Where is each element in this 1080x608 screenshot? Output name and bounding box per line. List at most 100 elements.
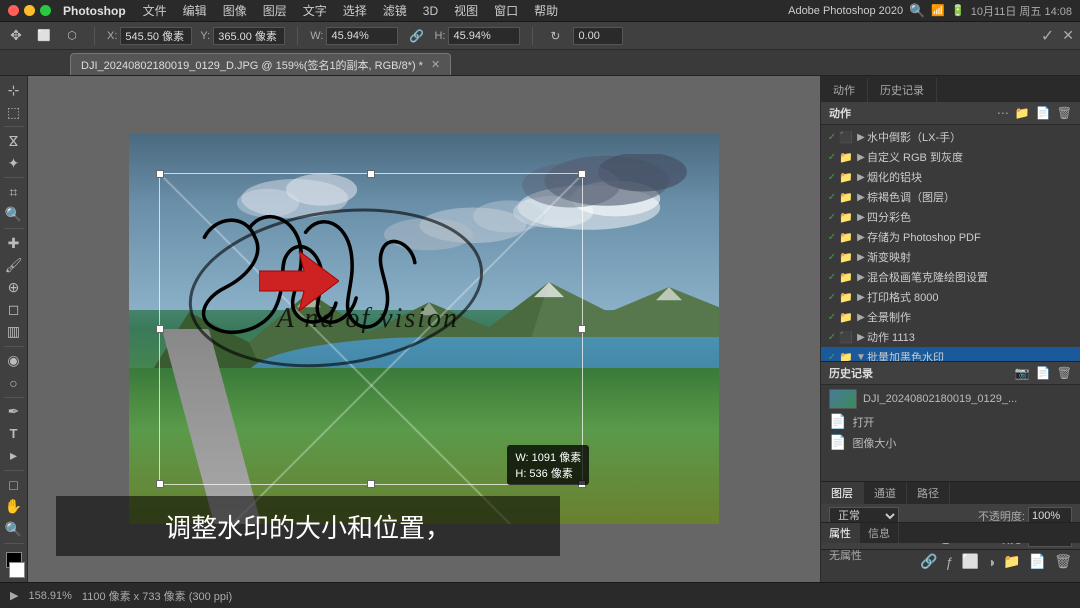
file-tab[interactable]: DJI_20240802180019_0129_D.JPG @ 159%(签名1… [70, 53, 451, 75]
history-item[interactable]: 📄打开 [821, 411, 1080, 432]
action-item[interactable]: ✓ ⬛ ▶ 水中倒影（LX-手） [821, 127, 1080, 147]
action-expand-icon[interactable]: ▶ [855, 152, 867, 163]
minimize-button[interactable] [24, 5, 35, 16]
eyedropper-tool[interactable]: 🔍 [2, 204, 26, 224]
action-expand-icon[interactable]: ▶ [855, 132, 867, 143]
actions-menu-icon[interactable]: ⋯ [997, 106, 1009, 120]
tab-close-icon[interactable]: ✕ [431, 58, 440, 71]
transform-handle-tc[interactable] [367, 170, 375, 178]
layers-tab-layers[interactable]: 图层 [821, 482, 864, 504]
menu-image[interactable]: 图像 [216, 0, 254, 21]
tab-history[interactable]: 历史记录 [868, 78, 937, 102]
lasso-tool[interactable]: ⴵ [2, 131, 26, 151]
h-input[interactable] [448, 27, 520, 45]
close-button[interactable] [8, 5, 19, 16]
commit-transform-icon[interactable]: ✓ [1041, 26, 1054, 46]
history-item[interactable]: 📄图像大小 [821, 432, 1080, 453]
menu-file[interactable]: 文件 [136, 0, 174, 21]
text-tool[interactable]: T [2, 424, 26, 444]
y-field: Y: [200, 27, 285, 45]
action-item[interactable]: ✓ 📁 ▶ 全景制作 [821, 307, 1080, 327]
gradient-tool[interactable]: ▥ [2, 322, 26, 342]
hand-tool[interactable]: ✋ [2, 497, 26, 517]
action-expand-icon[interactable]: ▶ [855, 312, 867, 323]
shape-tool[interactable]: □ [2, 475, 26, 495]
menu-view[interactable]: 视图 [447, 0, 485, 21]
dodge-tool[interactable]: ○ [2, 373, 26, 393]
action-item[interactable]: ✓ ⬛ ▶ 动作 1113 [821, 327, 1080, 347]
delete-action-icon[interactable]: 🗑 [1057, 106, 1072, 120]
transform-handle-mr[interactable] [578, 325, 586, 333]
clone-tool[interactable]: ⊕ [2, 277, 26, 297]
blur-tool[interactable]: ◉ [2, 351, 26, 371]
menu-window[interactable]: 窗口 [487, 0, 525, 21]
action-check-icon: ✓ [825, 312, 839, 323]
new-doc-icon[interactable]: 📄 [1036, 366, 1051, 380]
action-expand-icon[interactable]: ▶ [855, 272, 867, 283]
layers-tab-channels[interactable]: 通道 [864, 482, 907, 504]
menu-text[interactable]: 文字 [296, 0, 334, 21]
zoom-tool[interactable]: 🔍 [2, 519, 26, 539]
new-set-icon[interactable]: 📁 [1015, 106, 1030, 120]
transform-handle-bl[interactable] [156, 480, 164, 488]
fullscreen-button[interactable] [40, 5, 51, 16]
x-input[interactable] [120, 27, 192, 45]
transform-options-icon[interactable]: ⬜ [34, 26, 54, 46]
pen-tool[interactable]: ✒ [2, 402, 26, 422]
crop-tool[interactable]: ⌗ [2, 182, 26, 202]
transform-handle-ml[interactable] [156, 325, 164, 333]
y-input[interactable] [213, 27, 285, 45]
snapshot-icon[interactable]: 📷 [1015, 366, 1030, 380]
cancel-transform-icon[interactable]: ✕ [1062, 27, 1074, 44]
menu-search-icon[interactable]: 🔍 [909, 3, 925, 19]
transform-box[interactable] [159, 173, 584, 485]
action-expand-icon[interactable]: ▶ [855, 252, 867, 263]
action-item[interactable]: ✓ 📁 ▼ 批量加黑色水印 [821, 347, 1080, 361]
prop-tab-info[interactable]: 信息 [860, 523, 899, 543]
action-expand-icon[interactable]: ▶ [855, 332, 867, 343]
healing-tool[interactable]: ✚ [2, 233, 26, 253]
delete-state-icon[interactable]: 🗑 [1057, 366, 1072, 380]
transform-handle-tl[interactable] [156, 170, 164, 178]
action-item[interactable]: ✓ 📁 ▶ 打印格式 8000 [821, 287, 1080, 307]
rectangle-select-tool[interactable]: ⬚ [2, 102, 26, 122]
action-item[interactable]: ✓ 📁 ▶ 自定义 RGB 到灰度 [821, 147, 1080, 167]
menu-layer[interactable]: 图层 [256, 0, 294, 21]
rotate-icon[interactable]: ↻ [545, 26, 565, 46]
menu-help[interactable]: 帮助 [527, 0, 565, 21]
layers-tab-paths[interactable]: 路径 [907, 482, 950, 504]
menu-edit[interactable]: 编辑 [176, 0, 214, 21]
menu-select[interactable]: 选择 [336, 0, 374, 21]
warp-icon[interactable]: ⬡ [62, 26, 82, 46]
action-item[interactable]: ✓ 📁 ▶ 存储为 Photoshop PDF [821, 227, 1080, 247]
action-item[interactable]: ✓ 📁 ▶ 烟化的铝块 [821, 167, 1080, 187]
eraser-tool[interactable]: ◻ [2, 300, 26, 320]
action-expand-icon[interactable]: ▶ [855, 292, 867, 303]
background-color[interactable] [9, 562, 25, 578]
transform-handle-bc[interactable] [367, 480, 375, 488]
action-expand-icon[interactable]: ▶ [855, 172, 867, 183]
menu-filter[interactable]: 滤镜 [376, 0, 414, 21]
action-expand-icon[interactable]: ▼ [855, 352, 867, 362]
tab-actions[interactable]: 动作 [821, 78, 868, 102]
action-item[interactable]: ✓ 📁 ▶ 四分彩色 [821, 207, 1080, 227]
brush-tool[interactable]: 🖌 [2, 255, 26, 275]
prop-tab-properties[interactable]: 属性 [821, 523, 860, 543]
move-tool[interactable]: ⊹ [2, 80, 26, 100]
action-item[interactable]: ✓ 📁 ▶ 混合极画笔克隆绘图设置 [821, 267, 1080, 287]
menu-3d[interactable]: 3D [416, 2, 445, 20]
link-icon[interactable]: 🔗 [406, 26, 426, 46]
magic-wand-tool[interactable]: ✦ [2, 153, 26, 173]
action-item[interactable]: ✓ 📁 ▶ 棕褐色调（图层） [821, 187, 1080, 207]
history-item[interactable]: DJI_20240802180019_0129_... [821, 387, 1080, 411]
new-action-icon[interactable]: 📄 [1036, 106, 1051, 120]
transform-handle-tr[interactable] [578, 170, 586, 178]
action-expand-icon[interactable]: ▶ [855, 232, 867, 243]
action-expand-icon[interactable]: ▶ [855, 192, 867, 203]
action-item[interactable]: ✓ 📁 ▶ 渐变映射 [821, 247, 1080, 267]
move-tool-icon[interactable]: ✥ [6, 26, 26, 46]
w-input[interactable] [326, 27, 398, 45]
path-select-tool[interactable]: ▸ [2, 446, 26, 466]
angle-input[interactable] [573, 27, 623, 45]
action-expand-icon[interactable]: ▶ [855, 212, 867, 223]
